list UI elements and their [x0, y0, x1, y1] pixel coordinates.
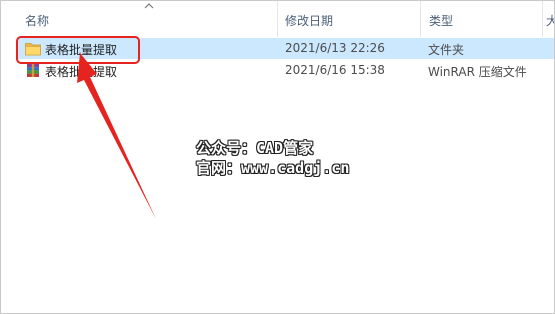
watermark-line-2: 官网：www.cadgj.cn [196, 159, 350, 177]
watermark-text: 公众号：CAD管家 官网：www.cadgj.cn [196, 138, 349, 178]
file-explorer-list-view: 名称 修改日期 类型 大 表格批量提取 2021/6/13 22:26 文件夹 [0, 0, 555, 314]
watermark-line-1: 公众号：CAD管家 [196, 139, 314, 157]
